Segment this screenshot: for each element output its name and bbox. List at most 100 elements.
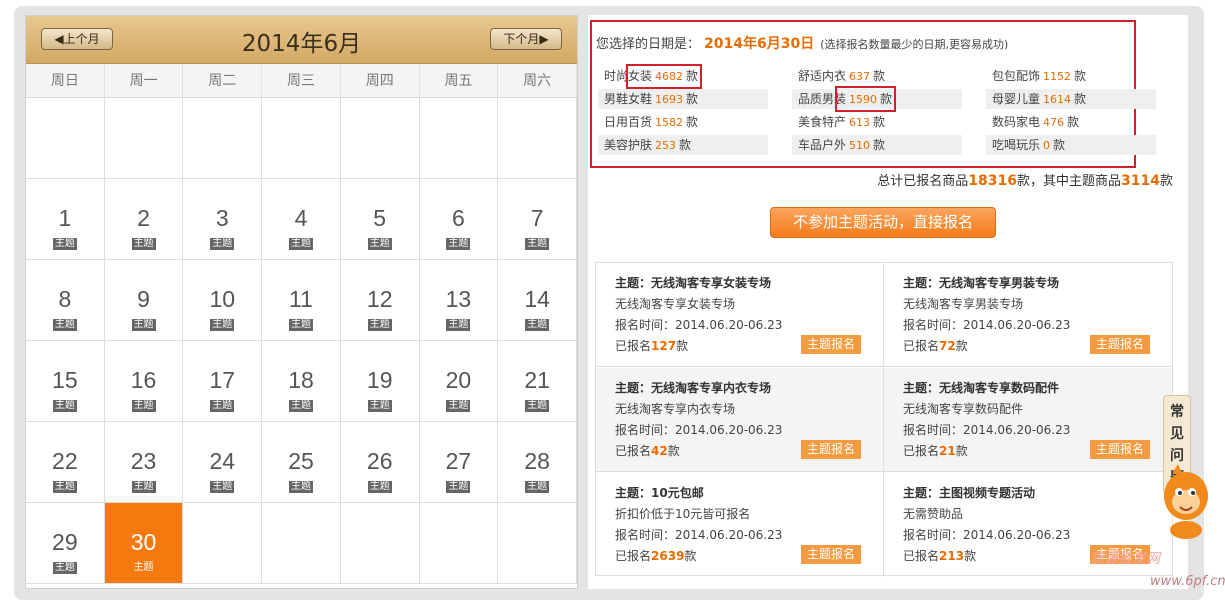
calendar-day[interactable]: 9 主题 bbox=[104, 260, 184, 341]
theme-register-button[interactable]: 主题报名 bbox=[1090, 335, 1150, 354]
category-count: 1582 bbox=[655, 116, 684, 129]
day-number: 7 bbox=[530, 205, 544, 231]
category-item[interactable]: 美容护肤 253 款 bbox=[598, 135, 768, 155]
theme-count-value: 21 bbox=[939, 444, 956, 458]
day-number: 21 bbox=[524, 367, 550, 393]
calendar-day[interactable]: 22 主题 bbox=[26, 422, 105, 503]
category-count: 1614 bbox=[1043, 93, 1072, 106]
calendar-day[interactable]: 1 主题 bbox=[26, 179, 105, 260]
calendar-day[interactable]: 10 主题 bbox=[183, 260, 263, 341]
day-number: 10 bbox=[209, 286, 236, 312]
calendar-day[interactable]: 29 主题 bbox=[26, 503, 105, 584]
calendar-day[interactable]: 2 主题 bbox=[104, 179, 184, 260]
calendar-day[interactable]: 28 主题 bbox=[498, 422, 577, 503]
calendar-day[interactable]: 8 主题 bbox=[26, 260, 105, 341]
weekday-header: 周日 周一 周二 周三 周四 周五 周六 bbox=[26, 64, 577, 98]
theme-register-button[interactable]: 主题报名 bbox=[801, 335, 861, 354]
theme-count-label: 已报名 bbox=[903, 549, 940, 563]
theme-card: 主题：无线淘客专享女装专场 无线淘客专享女装专场 报名时间：2014.06.20-0… bbox=[596, 263, 884, 367]
theme-count-unit: 款 bbox=[955, 339, 968, 353]
theme-count-value: 2639 bbox=[651, 549, 685, 563]
category-item[interactable]: 日用百货 1582 款 bbox=[598, 112, 768, 132]
total-text: 款 bbox=[1159, 174, 1173, 189]
calendar-day[interactable]: 17 主题 bbox=[183, 341, 263, 422]
category-item[interactable]: 包包配饰 1152 款 bbox=[986, 66, 1156, 86]
category-item[interactable]: 车品户外 510 款 bbox=[792, 135, 962, 155]
theme-register-button[interactable]: 主题报名 bbox=[801, 545, 861, 564]
category-item[interactable]: 吃喝玩乐 0 款 bbox=[986, 135, 1156, 155]
total-text: 总计已报名商品 bbox=[877, 174, 969, 189]
category-item[interactable]: 数码家电 476 款 bbox=[986, 112, 1156, 132]
day-number: 23 bbox=[130, 448, 157, 474]
category-item[interactable]: 舒适内衣 637 款 bbox=[792, 66, 962, 86]
category-count: 510 bbox=[849, 139, 871, 152]
category-item[interactable]: 母婴儿童 1614 款 bbox=[986, 89, 1156, 109]
day-number: 14 bbox=[524, 286, 550, 312]
day-number: 4 bbox=[294, 205, 308, 231]
category-count: 637 bbox=[849, 70, 871, 83]
theme-tag: 主题 bbox=[367, 238, 392, 250]
theme-register-button[interactable]: 主题报名 bbox=[801, 440, 861, 459]
theme-tag: 主题 bbox=[288, 400, 313, 412]
highlight-box bbox=[626, 64, 702, 89]
category-item[interactable]: 男鞋女鞋 1693 款 bbox=[598, 89, 768, 109]
theme-count-label: 已报名 bbox=[903, 444, 940, 458]
calendar-day[interactable]: 6 主题 bbox=[419, 179, 499, 260]
theme-count-value: 72 bbox=[939, 339, 956, 353]
category-item[interactable]: 美食特产 613 款 bbox=[792, 112, 962, 132]
day-number: 1 bbox=[58, 205, 72, 231]
calendar-day[interactable]: 3 主题 bbox=[183, 179, 263, 260]
theme-tag: 主题 bbox=[210, 319, 235, 331]
calendar-day[interactable]: 16 主题 bbox=[104, 341, 184, 422]
calendar-day[interactable]: 4 主题 bbox=[262, 179, 341, 260]
next-month-button[interactable]: 下个月▶ bbox=[490, 28, 562, 50]
theme-register-button[interactable]: 主题报名 bbox=[1090, 440, 1150, 459]
calendar-day[interactable]: 13 主题 bbox=[419, 260, 499, 341]
calendar-day[interactable]: 19 主题 bbox=[340, 341, 420, 422]
category-name: 男鞋女鞋 bbox=[604, 92, 653, 106]
total-theme-count: 3114 bbox=[1121, 173, 1160, 189]
theme-tag: 主题 bbox=[52, 400, 77, 412]
selected-date-label: 您选择的日期是： bbox=[596, 37, 701, 52]
calendar-day[interactable]: 18 主题 bbox=[262, 341, 341, 422]
theme-desc: 无线淘客专享女装专场 bbox=[615, 297, 736, 311]
calendar-day[interactable]: 25 主题 bbox=[262, 422, 341, 503]
calendar-day[interactable]: 24 主题 bbox=[183, 422, 263, 503]
calendar-day[interactable]: 21 主题 bbox=[498, 341, 577, 422]
calendar-day[interactable]: 11 主题 bbox=[262, 260, 341, 341]
theme-title: 主题：无线淘客专享内衣专场 bbox=[615, 381, 772, 395]
day-number: 26 bbox=[366, 448, 393, 474]
theme-tag: 主题 bbox=[525, 319, 550, 331]
calendar-day-selected[interactable]: 30 主题 bbox=[104, 503, 184, 584]
calendar-day[interactable]: 26 主题 bbox=[340, 422, 420, 503]
calendar-day[interactable]: 27 主题 bbox=[419, 422, 499, 503]
direct-register-button[interactable]: 不参加主题活动，直接报名 bbox=[770, 207, 996, 238]
category-unit: 款 bbox=[1074, 92, 1087, 106]
selected-date-value: 2014年6月30日 bbox=[704, 36, 815, 52]
category-unit: 款 bbox=[873, 138, 886, 152]
highlight-box bbox=[835, 86, 896, 112]
calendar-day[interactable]: 15 主题 bbox=[26, 341, 105, 422]
calendar-day[interactable]: 14 主题 bbox=[498, 260, 577, 341]
calendar-header: ◀上个月 2014年6月 下个月▶ bbox=[26, 16, 577, 64]
theme-tag: 主题 bbox=[131, 400, 156, 412]
calendar-day[interactable]: 23 主题 bbox=[104, 422, 184, 503]
weekday-label: 周二 bbox=[183, 64, 263, 97]
theme-count-label: 已报名 bbox=[615, 339, 652, 353]
faq-char: 见 bbox=[1170, 426, 1184, 442]
day-number: 11 bbox=[289, 286, 313, 312]
calendar-day[interactable]: 7 主题 bbox=[498, 179, 577, 260]
calendar-day bbox=[183, 503, 263, 584]
day-number: 27 bbox=[445, 448, 472, 474]
calendar-day[interactable]: 20 主题 bbox=[419, 341, 499, 422]
theme-count-label: 已报名 bbox=[903, 339, 940, 353]
calendar-day[interactable]: 12 主题 bbox=[340, 260, 420, 341]
day-number: 29 bbox=[52, 529, 78, 555]
theme-tag: 主题 bbox=[52, 562, 77, 574]
day-number: 30 bbox=[130, 529, 157, 555]
weekday-label: 周四 bbox=[341, 64, 420, 97]
category-name: 美食特产 bbox=[798, 115, 847, 129]
theme-time: 报名时间：2014.06.20-06.23 bbox=[615, 528, 783, 542]
theme-card: 主题：10元包邮 折扣价低于10元皆可报名 报名时间：2014.06.20-06.2… bbox=[596, 473, 884, 577]
calendar-day[interactable]: 5 主题 bbox=[340, 179, 420, 260]
